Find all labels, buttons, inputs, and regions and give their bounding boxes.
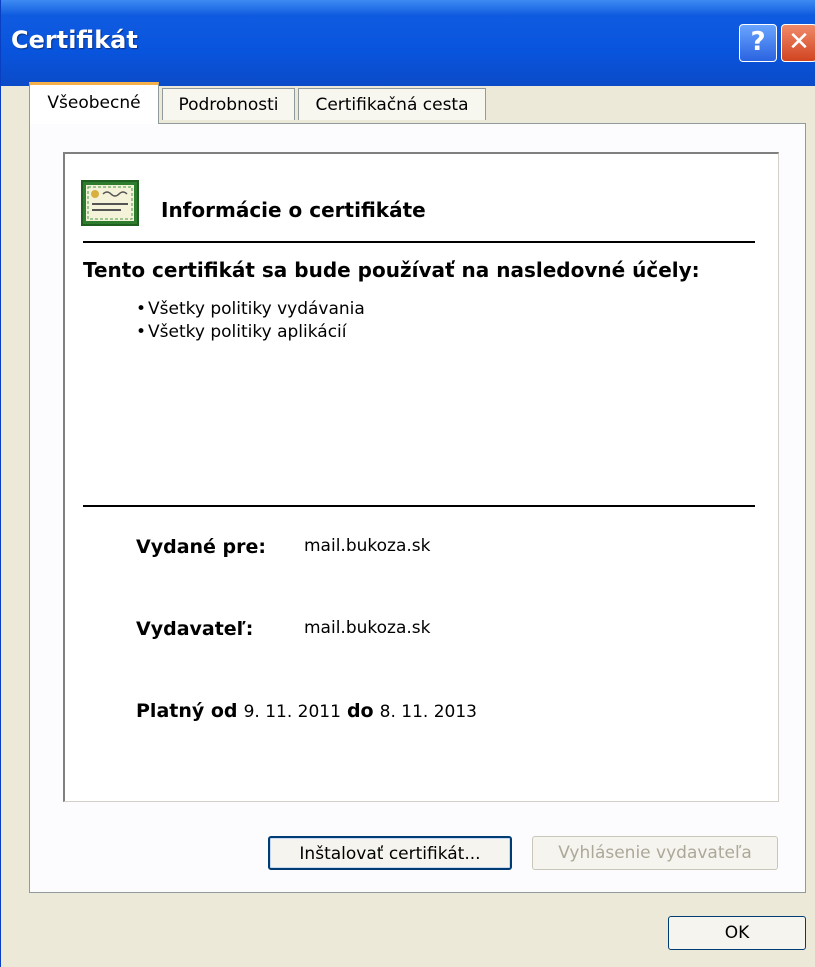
purpose-list: Všetky politiky vydávania Všetky politik… (136, 298, 365, 344)
install-certificate-button[interactable]: Inštalovať certifikát... (268, 836, 512, 870)
valid-to-label: do (346, 700, 374, 722)
issuer-statement-button[interactable]: Vyhlásenie vydavateľa (532, 836, 778, 870)
window-title: Certifikát (11, 26, 138, 54)
divider-top (83, 241, 755, 243)
close-icon[interactable]: ✕ (781, 24, 815, 62)
validity-line: Platný od 9. 11. 2011 do 8. 11. 2013 (136, 700, 477, 722)
divider-bottom (83, 505, 755, 507)
title-bar[interactable]: Certifikát ? ✕ (1, 0, 815, 86)
purpose-heading: Tento certifikát sa bude používať na nas… (83, 258, 700, 282)
tab-general[interactable]: Všeobecné (29, 82, 159, 124)
ok-button[interactable]: OK (668, 916, 806, 950)
issued-to-label: Vydané pre: (136, 536, 266, 558)
certificate-dialog: Certifikát ? ✕ Všeobecné Podrobnosti Cer… (0, 0, 815, 967)
tab-certification-path[interactable]: Certifikačná cesta (298, 88, 486, 120)
issuer-value: mail.bukoza.sk (304, 618, 431, 638)
valid-from-label: Platný od (136, 700, 238, 722)
purpose-item: Všetky politiky aplikácií (136, 321, 365, 344)
issued-to-value: mail.bukoza.sk (304, 536, 431, 556)
purpose-item: Všetky politiky vydávania (136, 298, 365, 321)
valid-to-value: 8. 11. 2013 (379, 702, 477, 722)
tab-details[interactable]: Podrobnosti (162, 88, 295, 120)
valid-from-value: 9. 11. 2011 (243, 702, 341, 722)
help-icon[interactable]: ? (739, 24, 777, 62)
info-title: Informácie o certifikáte (161, 198, 426, 222)
issuer-label: Vydavateľ: (136, 618, 254, 640)
certificate-icon (81, 180, 139, 226)
